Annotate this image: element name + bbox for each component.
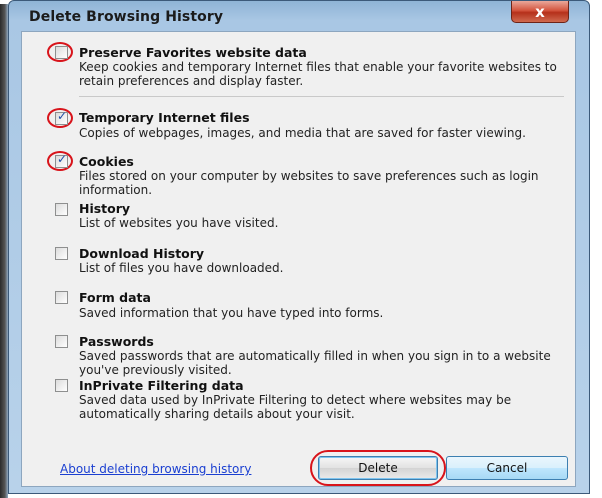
checkbox-inprivate-filtering[interactable]	[55, 379, 68, 392]
option-description: List of websites you have visited.	[79, 216, 279, 230]
checkbox-preserve-favorites[interactable]	[55, 46, 68, 59]
window-shadow	[0, 4, 8, 498]
option-label[interactable]: Cookies	[79, 154, 134, 169]
option-description: Saved passwords that are automatically f…	[79, 349, 551, 377]
option-description: Saved information that you have typed in…	[79, 306, 384, 320]
checkbox-cookies[interactable]	[55, 152, 68, 168]
option-description: List of files you have downloaded.	[79, 261, 284, 275]
delete-browsing-history-dialog: Delete Browsing History x Preserve Favor…	[8, 0, 590, 494]
dialog-title: Delete Browsing History	[29, 9, 224, 25]
option-label[interactable]: Passwords	[79, 334, 154, 349]
dialog-content: Preserve Favorites website data Keep coo…	[21, 31, 576, 487]
option-label[interactable]: Download History	[79, 246, 204, 261]
about-deleting-link[interactable]: About deleting browsing history	[60, 462, 251, 476]
option-label[interactable]: History	[79, 201, 130, 216]
option-description: Saved data used by InPrivate Filtering t…	[79, 393, 512, 421]
option-label[interactable]: Preserve Favorites website data	[79, 45, 307, 60]
checkbox-history[interactable]	[55, 203, 68, 216]
separator	[79, 96, 564, 97]
option-label[interactable]: Form data	[79, 290, 151, 305]
option-description: Copies of webpages, images, and media th…	[79, 126, 526, 140]
cancel-button[interactable]: Cancel	[446, 456, 568, 480]
checkbox-download-history[interactable]	[55, 247, 68, 260]
close-button[interactable]: x	[511, 1, 569, 23]
delete-button[interactable]: Delete	[318, 456, 438, 480]
option-description: Files stored on your computer by website…	[79, 169, 539, 197]
checkbox-passwords[interactable]	[55, 335, 68, 348]
option-label[interactable]: InPrivate Filtering data	[79, 378, 244, 393]
option-description: Keep cookies and temporary Internet file…	[79, 60, 557, 88]
title-bar[interactable]: Delete Browsing History x	[9, 1, 589, 31]
checkbox-form-data[interactable]	[55, 291, 68, 304]
checkbox-temporary-internet-files[interactable]	[55, 109, 68, 125]
close-icon: x	[535, 2, 545, 21]
option-label[interactable]: Temporary Internet files	[79, 110, 250, 125]
